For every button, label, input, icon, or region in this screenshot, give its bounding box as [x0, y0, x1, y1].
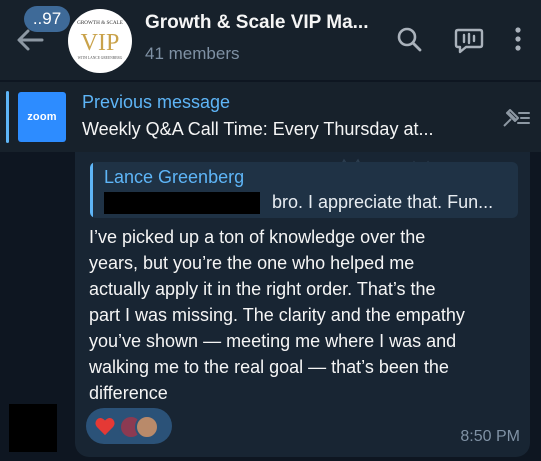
- redacted-block: [104, 192, 260, 214]
- svg-text:WITH LANCE GREENBERG: WITH LANCE GREENBERG: [78, 56, 123, 60]
- pinned-accent-bar: [6, 91, 9, 143]
- search-icon[interactable]: [394, 24, 424, 54]
- zoom-thumbnail: zoom: [18, 92, 66, 142]
- reply-accent-bar: [90, 162, 93, 218]
- pinned-text: Weekly Q&A Call Time: Every Thursday at.…: [82, 119, 434, 139]
- reply-preview[interactable]: Lance Greenberg bro. I appreciate that. …: [90, 162, 518, 218]
- message-bubble[interactable]: Lance Greenberg bro. I appreciate that. …: [75, 152, 530, 457]
- pinned-label: Previous message: [82, 92, 231, 112]
- heart-icon: [95, 418, 115, 436]
- live-stream-icon[interactable]: [453, 24, 484, 54]
- chat-header: ..97 GROWTH & SCALE VIP WITH LANCE GREEN…: [0, 0, 541, 80]
- message-line: difference: [89, 383, 168, 403]
- pinned-list-icon[interactable]: [500, 104, 532, 132]
- reactor-avatar: [135, 415, 159, 439]
- pinned-message-bar[interactable]: zoom Previous message Weekly Q&A Call Ti…: [0, 82, 541, 152]
- message-time: 8:50 PM: [460, 428, 520, 445]
- sender-avatar-redacted[interactable]: [9, 404, 57, 452]
- message-line: actually apply it in the right order. Th…: [89, 279, 436, 299]
- message-text: I’ve picked up a ton of knowledge over t…: [89, 224, 519, 406]
- member-count[interactable]: 41 members: [145, 44, 239, 64]
- reply-text: bro. I appreciate that. Fun...: [272, 192, 494, 212]
- group-avatar[interactable]: GROWTH & SCALE VIP WITH LANCE GREENBERG: [68, 9, 132, 73]
- message-line: I’ve picked up a ton of knowledge over t…: [89, 227, 426, 247]
- svg-text:VIP: VIP: [81, 30, 120, 56]
- chat-area: Lance Greenberg bro. I appreciate that. …: [0, 152, 541, 461]
- chat-title[interactable]: Growth & Scale VIP Ma...: [145, 12, 369, 34]
- message-line: years, but you’re the one who helped me: [89, 253, 415, 273]
- message-line: you’ve shown — meeting me where I was an…: [89, 331, 457, 351]
- reaction-pill[interactable]: [86, 408, 172, 444]
- message-line: walking me to the real goal — that’s bee…: [89, 357, 449, 377]
- reply-author: Lance Greenberg: [104, 167, 245, 187]
- message-line: part I was missing. The clarity and the …: [89, 305, 465, 325]
- unread-count-badge[interactable]: ..97: [24, 6, 70, 32]
- svg-text:GROWTH & SCALE: GROWTH & SCALE: [77, 20, 123, 26]
- more-vertical-icon[interactable]: [508, 24, 528, 54]
